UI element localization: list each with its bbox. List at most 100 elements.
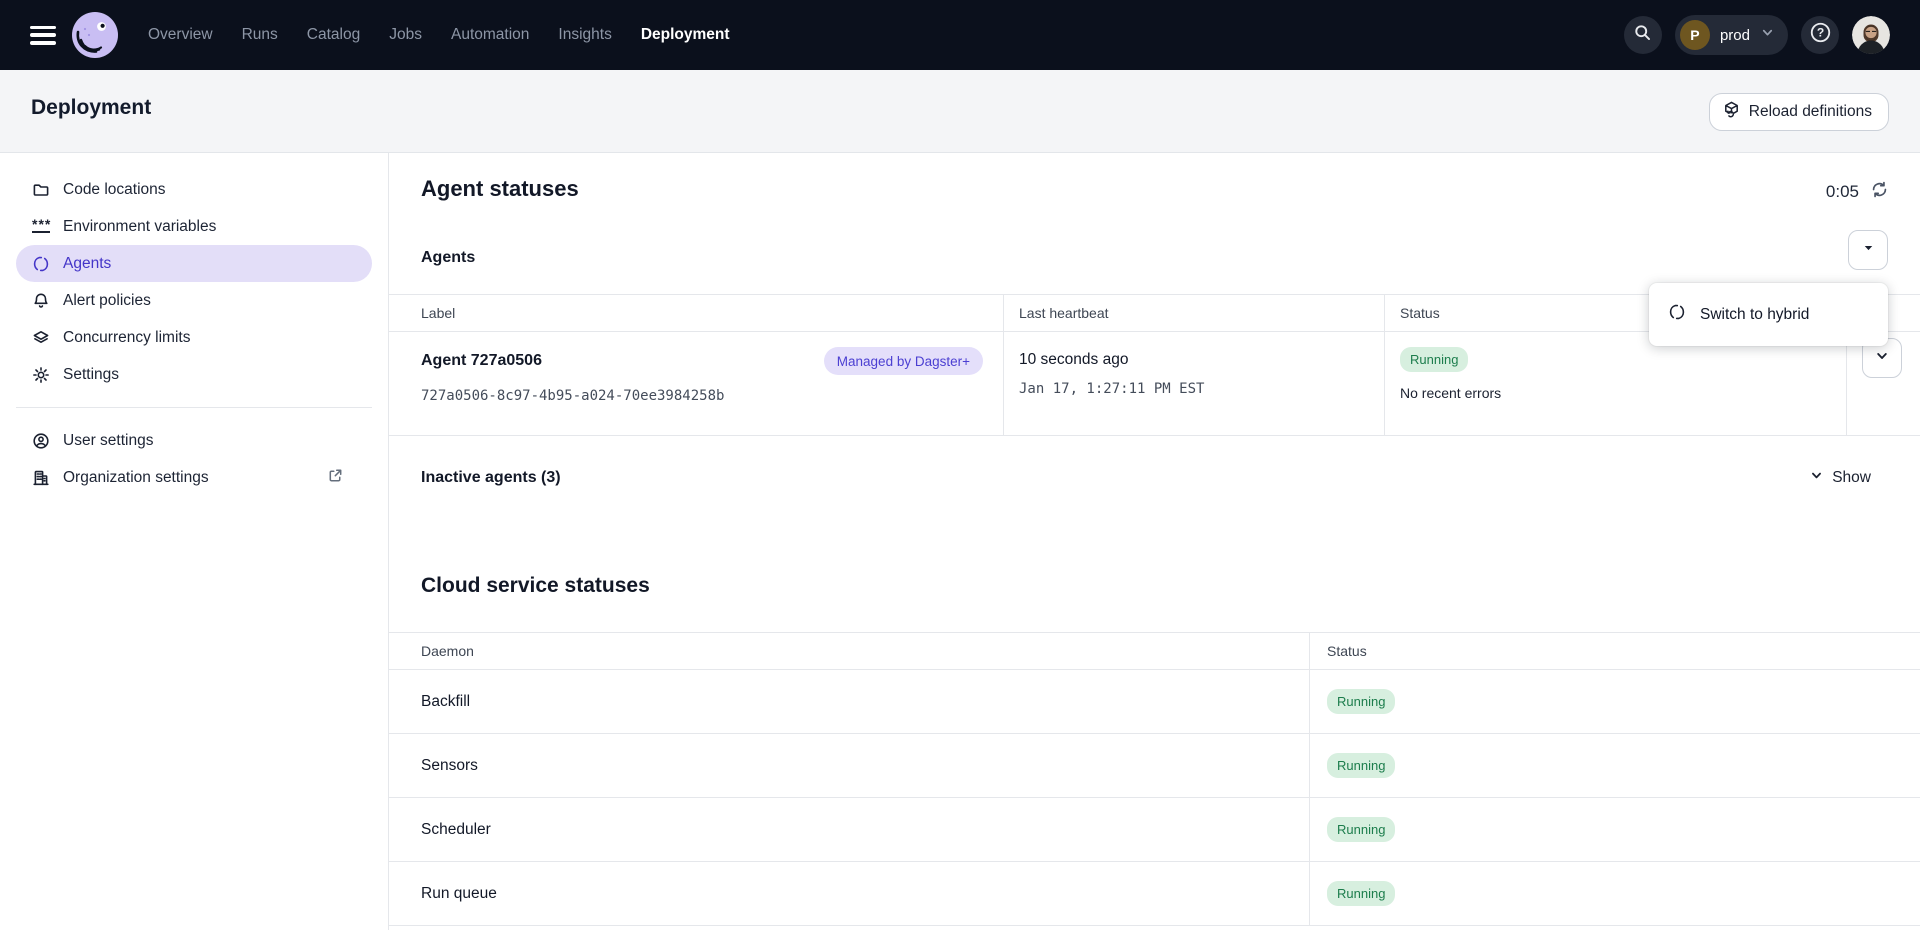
env-vars-icon: *** [32, 218, 50, 236]
sidebar-item-label: User settings [63, 432, 153, 450]
external-link-icon [327, 467, 344, 489]
managed-by-dagster-badge: Managed by Dagster+ [824, 347, 983, 375]
chevron-down-icon [1874, 348, 1890, 369]
search-button[interactable] [1624, 16, 1662, 54]
agent-actions-cell [1847, 332, 1920, 435]
agents-menu-button[interactable] [1848, 230, 1888, 270]
sidebar-item-alert-policies[interactable]: Alert policies [16, 282, 372, 319]
sidebar-item-label: Alert policies [63, 292, 151, 310]
agent-label-cell: Agent 727a0506 Managed by Dagster+ 727a0… [389, 332, 1004, 435]
daemon-name: Backfill [421, 693, 470, 711]
sidebar-item-label: Agents [63, 255, 111, 273]
search-icon [1633, 23, 1652, 47]
countdown-value: 0:05 [1826, 182, 1859, 202]
reload-definitions-label: Reload definitions [1749, 103, 1872, 121]
sidebar-divider [16, 407, 372, 408]
workspace-switcher[interactable]: P prod [1675, 15, 1788, 55]
column-header-label: Label [389, 295, 1004, 331]
agents-icon [1668, 303, 1686, 326]
help-button[interactable]: ? [1801, 16, 1839, 54]
running-status-badge: Running [1327, 689, 1395, 714]
sidebar-item-organization-settings[interactable]: Organization settings [16, 459, 372, 496]
page-title: Deployment [31, 96, 151, 120]
page-header: Deployment Reload definitions [0, 70, 1920, 153]
building-icon [32, 469, 50, 487]
deployment-sidebar: Code locations *** Environment variables… [0, 153, 389, 930]
sidebar-item-concurrency-limits[interactable]: Concurrency limits [16, 319, 372, 356]
nav-item-jobs[interactable]: Jobs [389, 26, 422, 44]
daemon-row-run-queue: Run queue Running [389, 862, 1920, 926]
layers-icon [32, 329, 50, 347]
chevron-down-icon [1760, 25, 1775, 45]
nav-item-automation[interactable]: Automation [451, 26, 529, 44]
dagster-deployment-screen: Overview Runs Catalog Jobs Automation In… [0, 0, 1920, 930]
heartbeat-absolute: Jan 17, 1:27:11 PM EST [1019, 381, 1384, 397]
user-avatar[interactable] [1852, 16, 1890, 54]
nav-right-cluster: P prod ? [1624, 15, 1890, 55]
reload-package-icon [1722, 100, 1741, 124]
sidebar-item-label: Organization settings [63, 469, 209, 487]
sidebar-item-label: Settings [63, 366, 119, 384]
nav-item-insights[interactable]: Insights [558, 26, 611, 44]
menu-item-switch-to-hybrid[interactable]: Switch to hybrid [1700, 306, 1809, 324]
help-icon: ? [1809, 21, 1832, 49]
top-nav: Overview Runs Catalog Jobs Automation In… [0, 0, 1920, 70]
running-status-badge: Running [1327, 817, 1395, 842]
agent-status-cell: Running No recent errors [1385, 332, 1847, 435]
column-header-status: Status [1310, 633, 1920, 669]
sidebar-item-settings[interactable]: Settings [16, 356, 372, 393]
show-label: Show [1832, 469, 1871, 487]
agents-section-heading: Agents [421, 249, 475, 267]
cloud-service-statuses-heading: Cloud service statuses [421, 574, 650, 598]
primary-nav-links: Overview Runs Catalog Jobs Automation In… [148, 26, 730, 44]
inactive-agents-label: Inactive agents (3) [421, 469, 561, 487]
sidebar-item-label: Environment variables [63, 218, 216, 236]
agent-name: Agent 727a0506 [421, 352, 542, 370]
hamburger-menu-icon[interactable] [30, 26, 56, 45]
caret-down-icon [1861, 240, 1876, 260]
running-status-badge: Running [1400, 347, 1468, 372]
folder-icon [32, 181, 50, 199]
column-header-daemon: Daemon [389, 633, 1310, 669]
user-circle-icon [32, 432, 50, 450]
nav-item-catalog[interactable]: Catalog [307, 26, 360, 44]
svg-text:?: ? [1816, 26, 1823, 40]
workspace-name: prod [1720, 27, 1750, 44]
daemon-row-sensors: Sensors Running [389, 734, 1920, 798]
agent-uuid: 727a0506-8c97-4b95-a024-70ee3984258b [421, 388, 1003, 404]
dagster-logo [72, 12, 118, 58]
sidebar-item-environment-variables[interactable]: *** Environment variables [16, 208, 372, 245]
cloud-table-header: Daemon Status [389, 632, 1920, 670]
reload-definitions-button[interactable]: Reload definitions [1709, 93, 1889, 131]
running-status-badge: Running [1327, 753, 1395, 778]
sidebar-item-label: Concurrency limits [63, 329, 190, 347]
status-note: No recent errors [1400, 385, 1846, 401]
agent-statuses-heading: Agent statuses [421, 176, 579, 202]
sidebar-item-label: Code locations [63, 181, 166, 199]
sidebar-item-user-settings[interactable]: User settings [16, 422, 372, 459]
nav-item-overview[interactable]: Overview [148, 26, 213, 44]
agents-menu-popover: Switch to hybrid [1649, 283, 1888, 346]
daemon-row-scheduler: Scheduler Running [389, 798, 1920, 862]
daemon-name: Run queue [421, 885, 497, 903]
nav-item-deployment[interactable]: Deployment [641, 26, 730, 44]
bell-icon [32, 292, 50, 310]
daemon-name: Sensors [421, 757, 478, 775]
refresh-icon[interactable] [1870, 180, 1889, 204]
daemon-row-backfill: Backfill Running [389, 670, 1920, 734]
workspace-initial-badge: P [1680, 20, 1710, 50]
agent-heartbeat-cell: 10 seconds ago Jan 17, 1:27:11 PM EST [1004, 332, 1385, 435]
agent-row: Agent 727a0506 Managed by Dagster+ 727a0… [389, 332, 1920, 436]
sidebar-item-code-locations[interactable]: Code locations [16, 171, 372, 208]
sidebar-item-agents[interactable]: Agents [16, 245, 372, 282]
inactive-agents-row: Inactive agents (3) Show [389, 453, 1920, 495]
daemon-name: Scheduler [421, 821, 491, 839]
nav-item-runs[interactable]: Runs [242, 26, 278, 44]
refresh-countdown: 0:05 [1826, 180, 1889, 204]
heartbeat-relative: 10 seconds ago [1019, 351, 1384, 369]
running-status-badge: Running [1327, 881, 1395, 906]
agents-icon [32, 255, 50, 273]
column-header-last-heartbeat: Last heartbeat [1004, 295, 1385, 331]
chevron-down-icon [1809, 468, 1824, 488]
show-inactive-toggle[interactable]: Show [1809, 468, 1871, 488]
